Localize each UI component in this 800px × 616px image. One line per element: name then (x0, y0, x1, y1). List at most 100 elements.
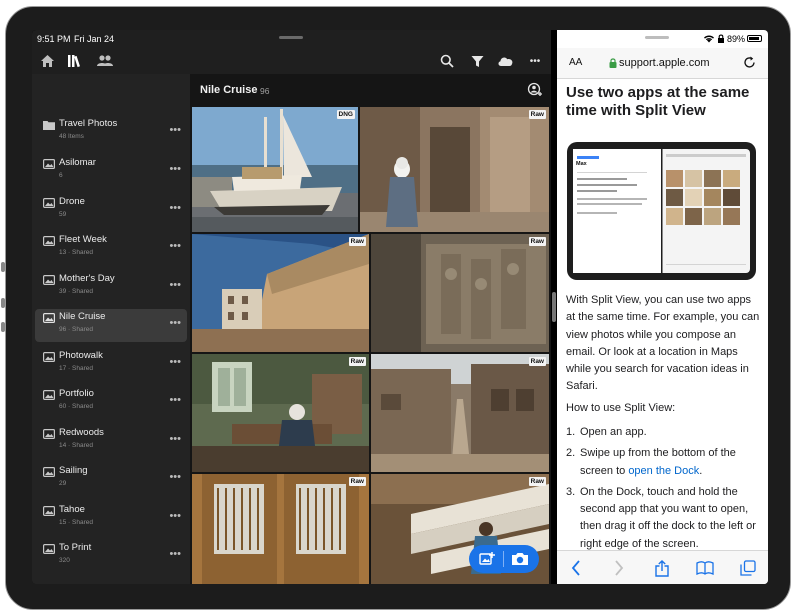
album-subtitle: 96 · Shared (59, 326, 93, 333)
album-heading: Nile Cruise (200, 84, 258, 96)
photo-thumbnail[interactable]: DNG (192, 107, 358, 232)
file-type-badge: Raw (348, 237, 366, 246)
album-title: Sailing (59, 465, 88, 476)
album-more-button[interactable]: ••• (169, 394, 181, 406)
album-item[interactable]: Sailing 29 ••• (35, 463, 187, 499)
forward-icon[interactable] (610, 559, 628, 577)
lock-icon (609, 58, 617, 68)
album-subtitle: 17 · Shared (59, 365, 93, 372)
album-item[interactable]: To Print 320 ••• (35, 540, 187, 576)
photo-thumbnail[interactable]: Raw (192, 234, 369, 352)
album-item[interactable]: Travel Photos 48 Items ••• (35, 116, 187, 152)
album-item[interactable]: Photowalk 17 · Shared ••• (35, 348, 187, 384)
home-icon[interactable] (38, 52, 56, 70)
step-text: Open an app. (580, 426, 647, 438)
split-view-handle[interactable] (552, 292, 556, 322)
album-icon (43, 352, 55, 362)
people-icon[interactable] (96, 52, 114, 70)
side-button (1, 298, 5, 308)
lightroom-app: 9:51 PM Fri Jan 24 ••• Travel Photos 48 … (32, 30, 551, 584)
article: Use two apps at the same time with Split… (566, 84, 761, 550)
album-title: Redwoods (59, 427, 104, 438)
lightroom-toolbar: ••• (32, 48, 551, 74)
album-item-selected[interactable]: Nile Cruise 96 · Shared ••• (35, 309, 187, 342)
open-dock-link[interactable]: open the Dock (628, 465, 699, 477)
album-item[interactable]: Redwoods 14 · Shared ••• (35, 425, 187, 461)
battery-icon (747, 35, 762, 42)
step-number: 1. (566, 426, 576, 438)
search-icon[interactable] (438, 52, 456, 70)
album-icon (43, 159, 55, 169)
album-more-button[interactable]: ••• (169, 163, 181, 175)
album-item[interactable]: Asilomar 6 ••• (35, 155, 187, 191)
album-more-button[interactable]: ••• (169, 240, 181, 252)
multitask-grabber[interactable] (279, 36, 303, 39)
bookmarks-icon[interactable] (696, 559, 714, 577)
back-icon[interactable] (567, 559, 585, 577)
album-title: Tahoe (59, 504, 85, 515)
album-title: Drone (59, 196, 85, 207)
photo-thumbnail[interactable]: Raw (192, 474, 369, 584)
file-type-badge: Raw (348, 357, 366, 366)
photo-thumbnail[interactable]: Raw (192, 354, 369, 472)
file-type-badge: Raw (348, 477, 366, 486)
step-item: 3. On the Dock, touch and hold the secon… (566, 484, 761, 553)
album-subtitle: 60 · Shared (59, 403, 93, 410)
album-item[interactable]: Fleet Week 13 · Shared ••• (35, 232, 187, 268)
reload-icon[interactable] (743, 56, 756, 69)
album-subtitle: 59 (59, 211, 67, 218)
album-count: 96 (260, 86, 270, 96)
album-more-button[interactable]: ••• (169, 279, 181, 291)
url-field[interactable]: support.apple.com (619, 57, 710, 69)
album-more-button[interactable]: ••• (169, 202, 181, 214)
album-subtitle: 48 Items (59, 133, 84, 140)
add-person-icon[interactable] (527, 82, 543, 98)
album-more-button[interactable]: ••• (169, 317, 181, 329)
album-item[interactable]: Drone 59 ••• (35, 194, 187, 230)
filter-icon[interactable] (468, 52, 486, 70)
step-text: On the Dock, touch and hold the second a… (580, 485, 756, 550)
album-subtitle: 13 · Shared (59, 249, 93, 256)
article-body: With Split View, you can use two apps at… (566, 294, 760, 393)
album-more-button[interactable]: ••• (169, 510, 181, 522)
album-title: Portfolio (59, 388, 94, 399)
album-more-button[interactable]: ••• (169, 433, 181, 445)
album-more-button[interactable]: ••• (169, 471, 181, 483)
album-title: Photowalk (59, 350, 103, 361)
tabs-icon[interactable] (739, 559, 757, 577)
step-item: 2. Swipe up from the bottom of the scree… (566, 445, 761, 480)
step-item: 1. Open an app. (566, 424, 761, 441)
photo-thumbnail[interactable]: Raw (371, 354, 549, 472)
album-more-button[interactable]: ••• (169, 548, 181, 560)
album-icon (43, 390, 55, 400)
album-icon (43, 544, 55, 554)
multitask-grabber[interactable] (645, 36, 669, 39)
album-title: Mother's Day (59, 273, 115, 284)
add-photo-icon[interactable] (479, 551, 495, 567)
screen: 9:51 PM Fri Jan 24 ••• Travel Photos 48 … (32, 30, 768, 584)
how-to-heading: How to use Split View: (566, 402, 676, 414)
photo-thumbnail[interactable]: Raw (360, 107, 549, 232)
address-bar: AA support.apple.com (557, 48, 768, 79)
more-icon[interactable]: ••• (526, 52, 544, 70)
album-item[interactable]: Tahoe 15 · Shared ••• (35, 502, 187, 538)
album-more-button[interactable]: ••• (169, 356, 181, 368)
side-button (1, 262, 5, 272)
album-more-button[interactable]: ••• (169, 124, 181, 136)
cloud-icon[interactable] (496, 52, 514, 70)
article-title: Use two apps at the same time with Split… (566, 84, 750, 119)
album-item[interactable]: Portfolio 60 · Shared ••• (35, 386, 187, 422)
album-subtitle: 6 (59, 172, 63, 179)
safari-bottom-toolbar (557, 550, 768, 584)
step-number: 3. (566, 485, 576, 498)
library-icon[interactable] (66, 52, 84, 70)
camera-icon[interactable] (511, 551, 529, 567)
file-type-badge: Raw (528, 357, 546, 366)
album-subtitle: 29 (59, 480, 67, 487)
photo-thumbnail[interactable]: Raw (371, 234, 549, 352)
album-icon (43, 198, 55, 208)
share-icon[interactable] (653, 559, 671, 577)
text-size-button[interactable]: AA (569, 57, 582, 68)
split-view-illustration: Max (567, 142, 756, 280)
album-item[interactable]: Mother's Day 39 · Shared ••• (35, 271, 187, 307)
